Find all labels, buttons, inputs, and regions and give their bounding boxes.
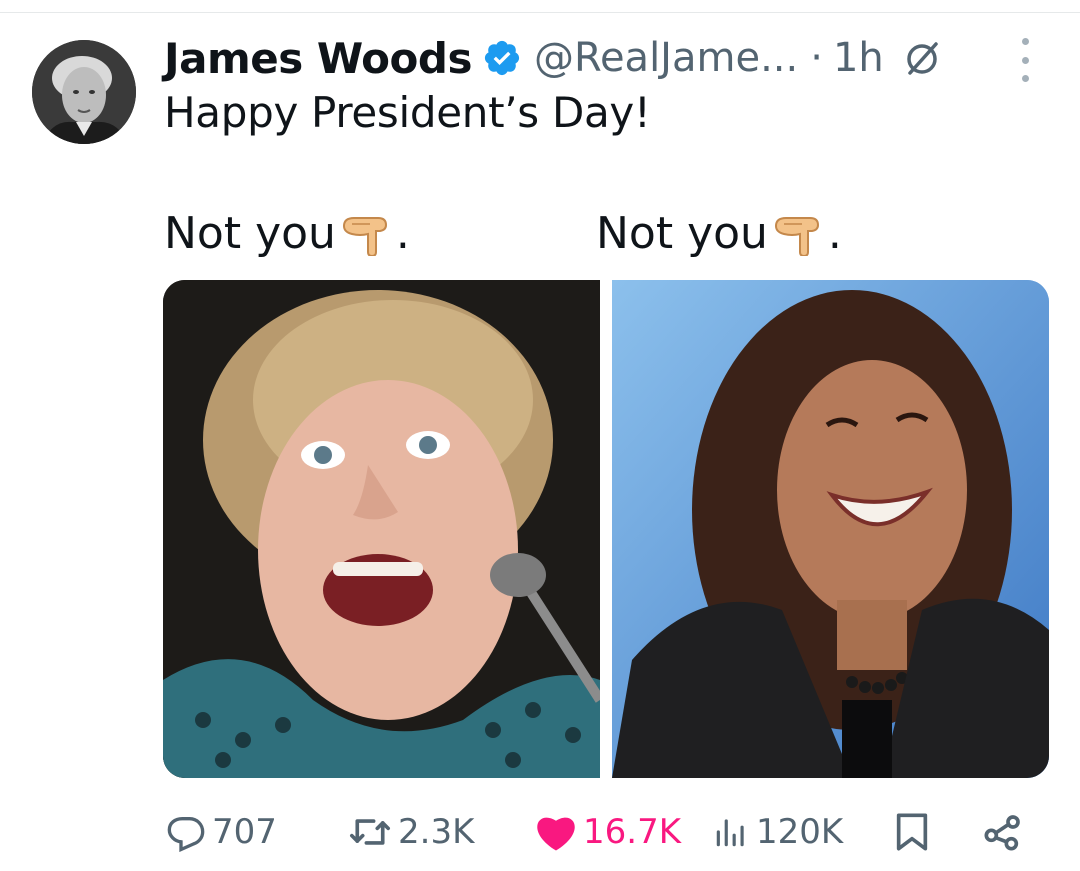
- grok-icon[interactable]: [902, 38, 942, 78]
- tweet-media: [163, 280, 1049, 778]
- pointing-down-hand-icon: [772, 212, 826, 257]
- caption-right-text: Not you: [596, 208, 768, 259]
- author-name[interactable]: James Woods: [164, 34, 472, 83]
- caption-right-suffix: .: [827, 208, 842, 259]
- caption-left-text: Not you: [164, 208, 336, 259]
- repost-button[interactable]: 2.3K: [348, 806, 474, 858]
- reply-button[interactable]: 707: [166, 806, 277, 858]
- tweet-text: Happy President’s Day!: [164, 88, 651, 137]
- avatar-photo: [32, 40, 136, 144]
- views-button[interactable]: 120K: [712, 806, 843, 858]
- top-divider: [0, 12, 1080, 13]
- author-avatar[interactable]: [32, 40, 136, 144]
- like-button[interactable]: 16.7K: [535, 806, 681, 858]
- verified-badge-icon: [482, 38, 522, 78]
- views-icon: [712, 812, 750, 852]
- like-count: 16.7K: [583, 812, 681, 852]
- share-button[interactable]: [982, 806, 1024, 858]
- bookmark-button[interactable]: [894, 806, 930, 858]
- like-icon: [535, 812, 577, 852]
- caption-left: Not you .: [164, 208, 410, 259]
- caption-left-suffix: .: [395, 208, 410, 259]
- repost-icon: [348, 812, 392, 852]
- pointing-down-hand-icon: [340, 212, 394, 257]
- repost-count: 2.3K: [398, 812, 475, 852]
- tweet-timestamp[interactable]: 1h: [833, 35, 884, 81]
- separator-dot: ·: [810, 35, 823, 81]
- reply-count: 707: [212, 812, 277, 852]
- media-photo-right[interactable]: [612, 280, 1049, 778]
- share-icon: [982, 812, 1024, 852]
- more-options-icon[interactable]: [1010, 38, 1040, 82]
- media-photo-left[interactable]: [163, 280, 600, 778]
- caption-right: Not you .: [596, 208, 842, 259]
- tweet-header: James Woods @RealJame... · 1h: [164, 30, 1044, 86]
- views-count: 120K: [756, 812, 844, 852]
- tweet-actions-bar: 707 2.3K 16.7K 120K: [0, 800, 1080, 860]
- author-handle[interactable]: @RealJame...: [534, 35, 798, 81]
- bookmark-icon: [894, 812, 930, 852]
- reply-icon: [166, 812, 206, 852]
